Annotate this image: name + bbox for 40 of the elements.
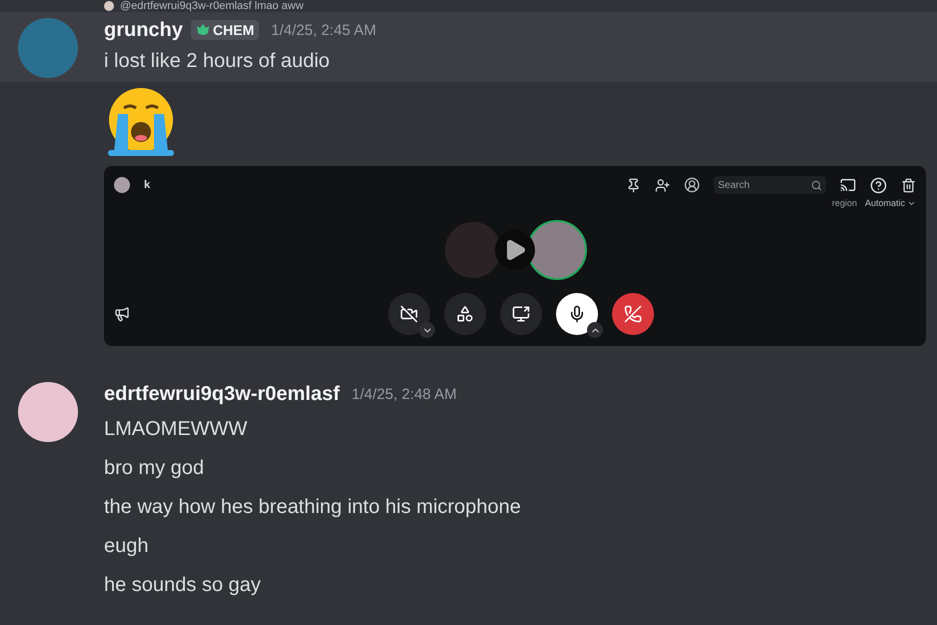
reply-preview[interactable]: @edrtfewrui9q3w-r0emlasf lmao aww xyxy=(120,0,304,12)
help-icon[interactable] xyxy=(870,176,887,194)
user-name: k xyxy=(144,179,150,191)
microphone-button[interactable] xyxy=(556,293,598,335)
activities-button[interactable] xyxy=(444,293,486,335)
camera-off-icon xyxy=(400,305,418,323)
play-button[interactable] xyxy=(495,230,535,270)
camera-off-button[interactable] xyxy=(388,293,430,335)
search-icon xyxy=(811,180,822,190)
microphone-icon xyxy=(568,305,586,323)
screen-share-button[interactable] xyxy=(500,293,542,335)
caret-button[interactable] xyxy=(419,322,435,338)
soundboard-icon[interactable] xyxy=(114,306,130,322)
popout-icon[interactable] xyxy=(840,177,856,193)
user-avatar xyxy=(114,177,130,193)
message-text: he sounds so gay xyxy=(104,573,262,598)
message-text: bro my god xyxy=(104,456,206,481)
message-text: LMAOMEWWW xyxy=(104,417,248,442)
message-text: eugh xyxy=(104,534,150,559)
caret-button[interactable] xyxy=(587,322,603,338)
region-label: region xyxy=(832,198,857,208)
screen-share-icon xyxy=(512,305,530,323)
region-dropdown[interactable]: Automatic xyxy=(864,198,916,208)
search-field[interactable]: Search xyxy=(714,176,826,194)
message-text: the way how hes breathing into his microphone xyxy=(104,495,521,520)
call-screenshot[interactable]: k Search region Automatic xyxy=(104,166,926,346)
username[interactable]: grunchy xyxy=(104,18,183,42)
hang-up-icon xyxy=(624,305,642,323)
profile-icon[interactable] xyxy=(684,177,700,193)
timestamp: 1/4/25, 2:45 AM xyxy=(271,22,376,38)
reply-avatar xyxy=(104,1,114,11)
pin-icon[interactable] xyxy=(626,178,641,192)
username[interactable]: edrtfewrui9q3w-r0emlasf xyxy=(104,382,340,406)
trash-icon[interactable] xyxy=(901,178,916,192)
guild-tag[interactable]: CHEM xyxy=(190,20,260,40)
message-text: i lost like 2 hours of audio xyxy=(104,49,331,74)
timestamp: 1/4/25, 2:48 AM xyxy=(352,386,457,402)
add-user-icon[interactable] xyxy=(655,178,670,192)
activities-icon xyxy=(456,305,474,323)
hang-up-button[interactable] xyxy=(612,293,654,335)
